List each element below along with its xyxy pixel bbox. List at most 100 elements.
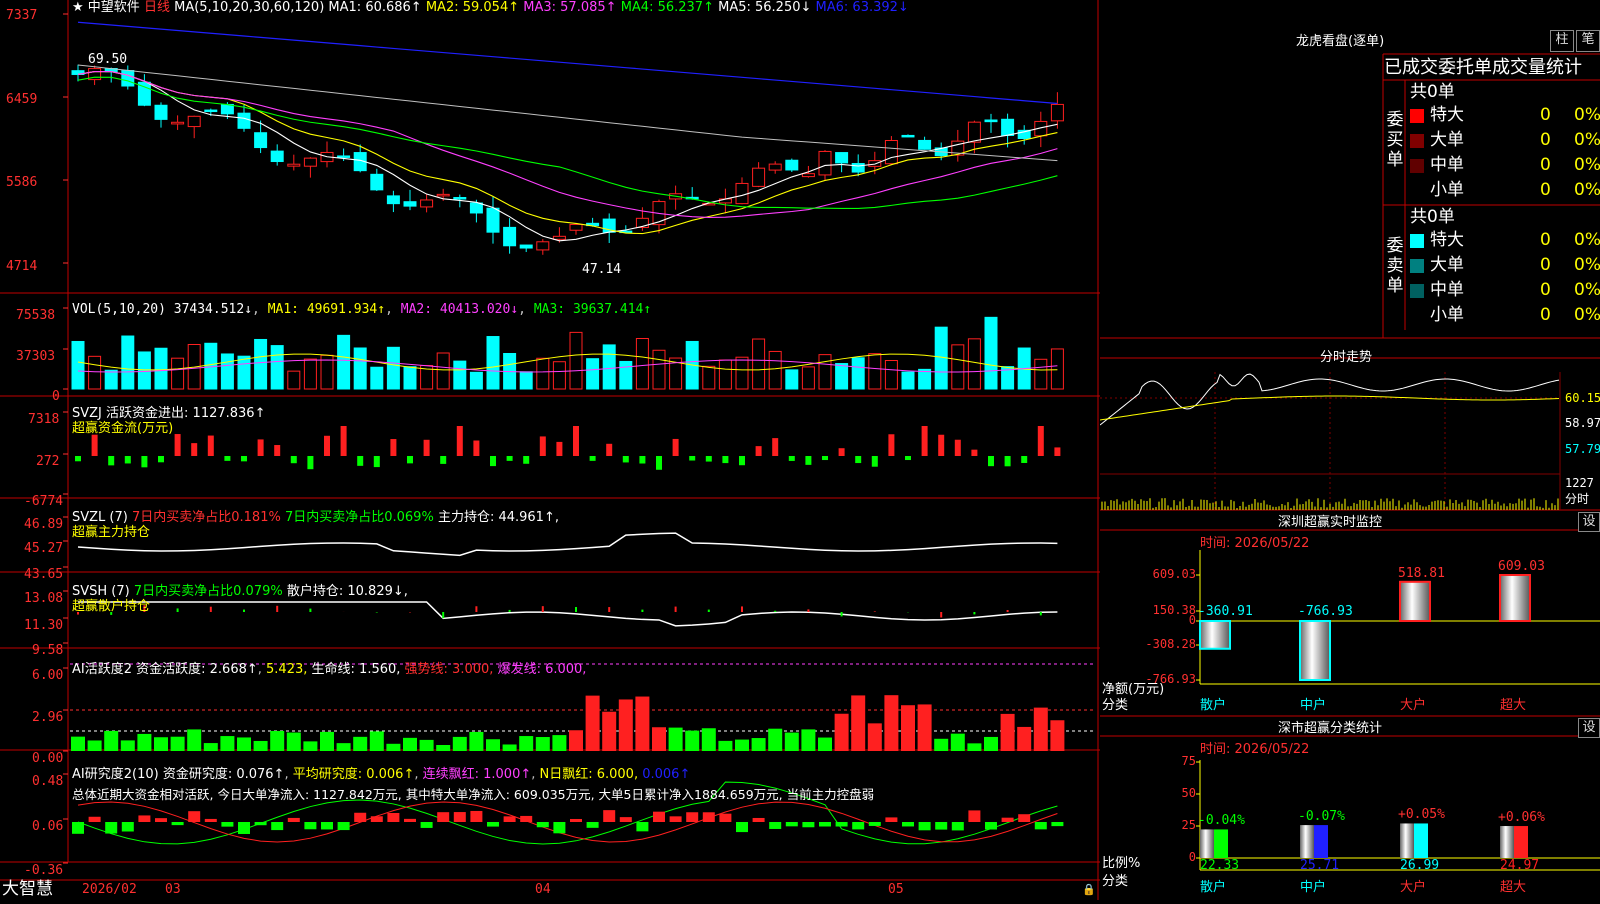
- volume-bar: [104, 369, 118, 390]
- research-bar: [321, 822, 333, 830]
- fundflow-bar: [490, 456, 496, 467]
- ai1-ytick-0: 6.00: [32, 668, 64, 683]
- activity-bar: [369, 731, 384, 751]
- stats-value-label: 25.71: [1300, 858, 1340, 873]
- monitor-title: 深圳超赢实时监控: [1278, 515, 1383, 530]
- volume-bar: [752, 338, 766, 390]
- volume-bar: [851, 357, 865, 390]
- monitor-value-label: -360.91: [1198, 604, 1253, 619]
- research-bar: [653, 811, 665, 822]
- volume-bar: [635, 338, 649, 390]
- research-bar: [271, 822, 284, 831]
- intraday-vol-max: 1227: [1565, 476, 1594, 490]
- date-label-3: 05: [888, 882, 904, 897]
- tab-filled[interactable]: 已成交: [1384, 57, 1438, 78]
- stock-name[interactable]: 中望软件: [88, 0, 140, 15]
- monitor-bar: [1399, 580, 1431, 623]
- candle-body: [868, 160, 882, 167]
- tab-volume-stats[interactable]: 成交量统计: [1492, 57, 1582, 78]
- stats-time: 时间: 2026/05/22: [1200, 742, 1310, 757]
- stats-value-label: 26.99: [1400, 858, 1440, 873]
- activity-bar: [336, 743, 351, 751]
- monitor-category-label: 超大: [1500, 698, 1527, 713]
- volume-bar: [1034, 358, 1048, 390]
- order-color-swatch: [1410, 259, 1424, 273]
- order-type-label: 中单: [1430, 280, 1464, 300]
- candle-body: [768, 163, 782, 171]
- high-price-label: 69.50: [88, 52, 128, 67]
- lock-icon[interactable]: 🔒: [1082, 882, 1096, 897]
- main-holding-line: [77, 532, 1058, 557]
- activity-bar: [851, 695, 866, 751]
- svzl-c: 主力持仓: 44.961↑,: [437, 510, 559, 525]
- activity-bar: [569, 730, 583, 751]
- activity-bar: [685, 730, 700, 751]
- low-price-label: 47.14: [582, 262, 622, 277]
- fundflow-bar: [921, 426, 928, 456]
- stats-ytick: 50: [1181, 786, 1196, 800]
- research-bar: [287, 817, 300, 822]
- order-count: 0: [1540, 305, 1551, 325]
- monitor-settings-button[interactable]: 设: [1578, 512, 1600, 532]
- fundflow-bar: [722, 456, 729, 464]
- fundflow-bar: [158, 456, 164, 463]
- right-panel: 龙虎看盘(逐单) 柱 笔 已成交委托单成交量统计 委买单 委卖单 共0单 共0单…: [1099, 0, 1600, 900]
- volume-bar: [619, 360, 633, 390]
- candle-body: [121, 70, 135, 87]
- tick-view-button[interactable]: 笔: [1576, 30, 1600, 52]
- research-bar: [105, 822, 118, 834]
- activity-bar: [386, 743, 401, 751]
- activity-bar: [552, 735, 567, 751]
- order-color-swatch: [1410, 284, 1424, 298]
- ma1-value: MA1: 60.686↑: [328, 0, 422, 15]
- research-bar: [802, 822, 815, 828]
- research-bar: [487, 822, 499, 827]
- activity-bar: [353, 736, 368, 751]
- tab-orders[interactable]: 委托单: [1438, 57, 1492, 78]
- candle-body: [851, 163, 865, 173]
- favorite-star-icon[interactable]: ★: [72, 0, 84, 15]
- fundflow-bar: [988, 456, 994, 467]
- stats-bar-right: [1514, 826, 1528, 858]
- research-bar: [88, 816, 101, 822]
- order-percent: 0%: [1574, 230, 1600, 250]
- research-bar: [453, 812, 466, 822]
- fundflow-bar: [855, 456, 862, 464]
- activity-bar: [950, 733, 965, 751]
- vol-value: 37434.512↓: [173, 302, 253, 317]
- date-label-0: 2026/02: [82, 882, 137, 897]
- candle-body: [154, 104, 168, 120]
- stock-chart-canvas[interactable]: [0, 0, 1100, 900]
- buy-total: 共0单: [1410, 82, 1455, 102]
- activity-bar: [237, 737, 251, 751]
- candle-body: [503, 226, 517, 247]
- research-bar: [619, 817, 632, 822]
- order-count: 0: [1540, 230, 1551, 250]
- monitor-ytick: -766.93: [1145, 672, 1196, 686]
- period-label[interactable]: 日线: [144, 0, 170, 15]
- activity-bar: [71, 736, 85, 751]
- fundflow-bar: [822, 456, 828, 461]
- bar-view-button[interactable]: 柱: [1550, 30, 1574, 52]
- ai1-header: AI活跃度2 资金活跃度: 2.668↑, 5.423, 生命线: 1.560,…: [72, 662, 587, 677]
- ai2-title: AI研究度2(10): [72, 767, 159, 782]
- order-type-label: 小单: [1430, 305, 1464, 325]
- volume-bar: [1050, 348, 1064, 390]
- research-bar: [1001, 817, 1014, 822]
- fundflow-bar: [1004, 456, 1011, 467]
- stats-settings-button[interactable]: 设: [1578, 718, 1600, 738]
- research-bar: [1051, 822, 1064, 827]
- activity-bar: [154, 737, 168, 751]
- svzj-title: SVZJ: [72, 406, 102, 421]
- brand-logo[interactable]: 大智慧: [2, 879, 53, 899]
- monitor-value-label: 609.03: [1498, 559, 1545, 574]
- svzl-ytick-2: 43.65: [24, 567, 64, 582]
- monitor-bar: [1499, 574, 1531, 622]
- main-chart-area[interactable]: ★ 中望软件 日线 MA(5,10,20,30,60,120) MA1: 60.…: [0, 0, 1100, 900]
- fundflow-bar: [257, 439, 264, 456]
- stats-ytick: 25: [1181, 818, 1196, 832]
- svsh-ytick-2: 9.58: [32, 643, 64, 658]
- research-bar: [470, 810, 483, 822]
- volume-bar: [901, 371, 915, 390]
- stats-ytick: 75: [1181, 754, 1196, 768]
